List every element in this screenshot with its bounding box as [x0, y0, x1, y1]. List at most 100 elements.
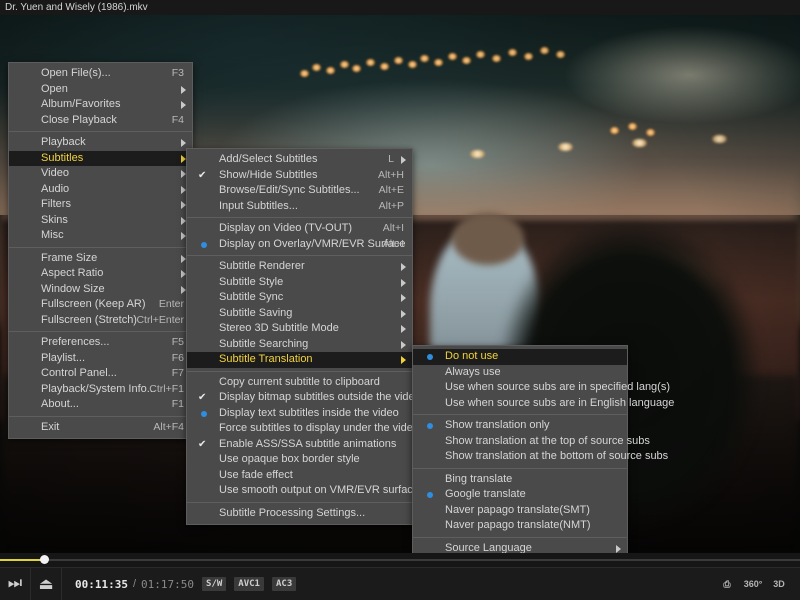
radio-selected-icon — [427, 492, 433, 498]
menu-item-use-when-source-subs-are-in-english-language[interactable]: Use when source subs are in English lang… — [413, 396, 627, 412]
badge-video-codec: AVC1 — [234, 577, 264, 591]
menu-item-label: Fullscreen (Keep AR) — [41, 297, 146, 313]
menu-item-display-on-overlay-vmr-evr-surface[interactable]: Display on Overlay/VMR/EVR SurfaceAlt+I — [187, 237, 412, 253]
menu-item-window-size[interactable]: Window Size — [9, 282, 192, 298]
menu-item-stereo-3d-subtitle-mode[interactable]: Stereo 3D Subtitle Mode — [187, 321, 412, 337]
menu-item-show-hide-subtitles[interactable]: ✔Show/Hide SubtitlesAlt+H — [187, 168, 412, 184]
menu-item-google-translate[interactable]: Google translate — [413, 487, 627, 503]
menu-item-display-text-subtitles-inside-the-video[interactable]: Display text subtitles inside the video — [187, 406, 412, 422]
menu-item-show-translation-only[interactable]: Show translation only — [413, 418, 627, 434]
menu-item-always-use[interactable]: Always use — [413, 365, 627, 381]
3d-icon[interactable]: 3D — [766, 568, 792, 600]
submenu-arrow-icon — [181, 101, 186, 109]
menu-item-about[interactable]: About...F1 — [9, 397, 192, 413]
menu-item-label: Show/Hide Subtitles — [219, 168, 317, 184]
menu-item-label: Display bitmap subtitles outside the vid… — [219, 390, 421, 406]
menu-item-subtitle-translation[interactable]: Subtitle Translation — [187, 352, 412, 368]
title-bar-filename: Dr. Yuen and Wisely (1986).mkv — [5, 2, 148, 13]
menu-item-label: Album/Favorites — [41, 97, 120, 113]
menu-item-playback[interactable]: Playback — [9, 135, 192, 151]
menu-item-input-subtitles[interactable]: Input Subtitles...Alt+P — [187, 199, 412, 215]
menu-item-do-not-use[interactable]: Do not use — [413, 349, 627, 365]
menu-item-fullscreen-keep-ar[interactable]: Fullscreen (Keep AR)Enter — [9, 297, 192, 313]
main-context-menu[interactable]: Open File(s)...F3OpenAlbum/FavoritesClos… — [8, 62, 193, 439]
menu-item-filters[interactable]: Filters — [9, 197, 192, 213]
menu-item-label: Add/Select Subtitles — [219, 152, 317, 168]
player-window: Dr. Yuen and Wisely (1986).mkv Open File… — [0, 0, 800, 600]
eject-icon[interactable]: ⏏ — [31, 568, 62, 600]
menu-item-display-on-video-tv-out[interactable]: Display on Video (TV-OUT)Alt+I — [187, 221, 412, 237]
submenu-arrow-icon — [181, 139, 186, 147]
360-degree-icon[interactable]: 360° — [740, 568, 766, 600]
menu-item-label: Bing translate — [445, 472, 512, 488]
menu-item-copy-current-subtitle-to-clipboard[interactable]: Copy current subtitle to clipboard — [187, 375, 412, 391]
menu-item-use-opaque-box-border-style[interactable]: Use opaque box border style — [187, 452, 412, 468]
menu-item-control-panel[interactable]: Control Panel...F7 — [9, 366, 192, 382]
radio-selected-icon — [427, 354, 433, 360]
seek-thumb[interactable] — [40, 555, 49, 564]
time-separator: / — [133, 578, 136, 590]
menu-item-misc[interactable]: Misc — [9, 228, 192, 244]
menu-item-subtitle-style[interactable]: Subtitle Style — [187, 275, 412, 291]
menu-item-naver-papago-translate-nmt[interactable]: Naver papago translate(NMT) — [413, 518, 627, 534]
menu-item-label: Subtitle Translation — [219, 352, 313, 368]
menu-item-bing-translate[interactable]: Bing translate — [413, 472, 627, 488]
menu-item-display-bitmap-subtitles-outside-the-video[interactable]: ✔Display bitmap subtitles outside the vi… — [187, 390, 412, 406]
menu-item-show-translation-at-the-bottom-of-source-subs[interactable]: Show translation at the bottom of source… — [413, 449, 627, 465]
menu-item-label: Skins — [41, 213, 68, 229]
menu-item-open[interactable]: Open — [9, 82, 192, 98]
menu-item-preferences[interactable]: Preferences...F5 — [9, 335, 192, 351]
title-bar: Dr. Yuen and Wisely (1986).mkv — [0, 0, 800, 15]
menu-item-enable-ass-ssa-subtitle-animations[interactable]: ✔Enable ASS/SSA subtitle animations — [187, 437, 412, 453]
menu-item-shortcut: Ctrl+Enter — [136, 313, 184, 329]
next-track-icon[interactable]: ⏭ — [0, 568, 31, 600]
menu-item-naver-papago-translate-smt[interactable]: Naver papago translate(SMT) — [413, 503, 627, 519]
menu-item-frame-size[interactable]: Frame Size — [9, 251, 192, 267]
menu-item-audio[interactable]: Audio — [9, 182, 192, 198]
menu-item-use-fade-effect[interactable]: Use fade effect — [187, 468, 412, 484]
menu-item-label: Exit — [41, 420, 59, 436]
radio-selected-icon — [201, 411, 207, 417]
menu-item-label: Subtitle Style — [219, 275, 283, 291]
menu-item-shortcut: Alt+I — [383, 221, 404, 237]
menu-item-subtitle-processing-settings[interactable]: Subtitle Processing Settings... — [187, 506, 412, 522]
menu-item-aspect-ratio[interactable]: Aspect Ratio — [9, 266, 192, 282]
menu-item-add-select-subtitles[interactable]: Add/Select SubtitlesL — [187, 152, 412, 168]
menu-item-subtitles[interactable]: Subtitles — [9, 151, 192, 167]
menu-item-subtitle-searching[interactable]: Subtitle Searching — [187, 337, 412, 353]
menu-item-playback-system-info[interactable]: Playback/System Info...Ctrl+F1 — [9, 382, 192, 398]
menu-item-use-when-source-subs-are-in-specified-lang-s[interactable]: Use when source subs are in specified la… — [413, 380, 627, 396]
menu-item-close-playback[interactable]: Close PlaybackF4 — [9, 113, 192, 129]
menu-item-shortcut: F4 — [172, 113, 184, 129]
menu-item-subtitle-renderer[interactable]: Subtitle Renderer — [187, 259, 412, 275]
seek-bar[interactable] — [0, 553, 800, 567]
menu-item-label: Subtitles — [41, 151, 83, 167]
menu-item-subtitle-sync[interactable]: Subtitle Sync — [187, 290, 412, 306]
menu-item-open-file-s[interactable]: Open File(s)...F3 — [9, 66, 192, 82]
menu-item-skins[interactable]: Skins — [9, 213, 192, 229]
seek-track[interactable] — [0, 559, 800, 561]
menu-item-force-subtitles-to-display-under-the-video[interactable]: Force subtitles to display under the vid… — [187, 421, 412, 437]
menu-item-label: Subtitle Renderer — [219, 259, 305, 275]
menu-item-shortcut: F7 — [172, 366, 184, 382]
menu-item-video[interactable]: Video — [9, 166, 192, 182]
seek-progress-fill — [0, 559, 44, 561]
submenu-arrow-icon — [401, 263, 406, 271]
menu-separator — [9, 416, 192, 417]
menu-item-show-translation-at-the-top-of-source-subs[interactable]: Show translation at the top of source su… — [413, 434, 627, 450]
menu-item-album-favorites[interactable]: Album/Favorites — [9, 97, 192, 113]
menu-item-playlist[interactable]: Playlist...F6 — [9, 351, 192, 367]
menu-item-label: Copy current subtitle to clipboard — [219, 375, 380, 391]
menu-item-browse-edit-sync-subtitles[interactable]: Browse/Edit/Sync Subtitles...Alt+E — [187, 183, 412, 199]
menu-item-label: Playback — [41, 135, 86, 151]
menu-item-label: Google translate — [445, 487, 526, 503]
menu-separator — [9, 131, 192, 132]
monitor-icon[interactable]: ⎙ — [714, 568, 740, 600]
menu-item-fullscreen-stretch[interactable]: Fullscreen (Stretch)Ctrl+Enter — [9, 313, 192, 329]
menu-item-shortcut: Alt+P — [379, 199, 404, 215]
menu-item-use-smooth-output-on-vmr-evr-surface[interactable]: Use smooth output on VMR/EVR surface — [187, 483, 412, 499]
subtitles-submenu[interactable]: Add/Select SubtitlesL✔Show/Hide Subtitle… — [186, 148, 413, 525]
menu-item-subtitle-saving[interactable]: Subtitle Saving — [187, 306, 412, 322]
menu-item-label: Use smooth output on VMR/EVR surface — [219, 483, 419, 499]
menu-item-exit[interactable]: ExitAlt+F4 — [9, 420, 192, 436]
